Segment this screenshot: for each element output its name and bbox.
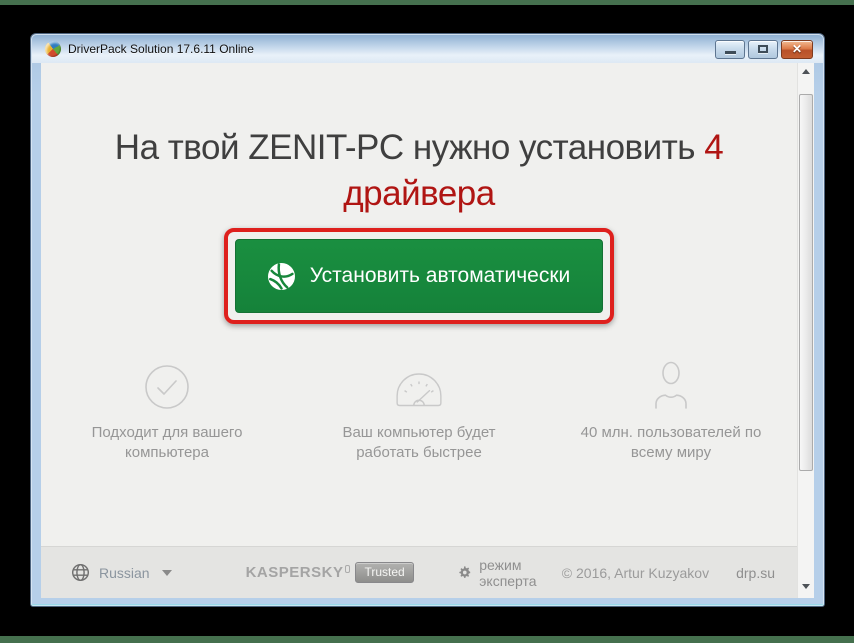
desktop-strip-bottom [0, 636, 854, 643]
scrollbar-thumb[interactable] [799, 94, 813, 471]
kaspersky-trusted-mark: KASPERSKY Trusted [246, 562, 414, 583]
gear-icon [459, 566, 470, 578]
kaspersky-logo: KASPERSKY [245, 564, 344, 581]
footer-bar: Russian KASPERSKY Trusted режим эксперта… [41, 546, 797, 598]
window-controls: ✕ [715, 39, 813, 59]
maximize-button[interactable] [748, 39, 778, 59]
copyright-text: © 2016, Artur Kuzyakov [561, 564, 710, 581]
language-selector[interactable]: Russian [71, 563, 172, 582]
vertical-scrollbar[interactable] [797, 63, 814, 598]
globe-icon [71, 563, 90, 582]
close-button[interactable]: ✕ [781, 39, 813, 59]
desktop-strip-top [0, 0, 854, 5]
window-title: DriverPack Solution 17.6.11 Online [68, 42, 254, 56]
red-highlight-annotation: Установить автоматически [224, 228, 614, 324]
user-icon [651, 358, 691, 410]
close-icon: ✕ [791, 42, 803, 56]
window-content: На твой ZENIT-PC нужно установить 4 драй… [41, 63, 814, 598]
arrow-up-icon [802, 69, 810, 74]
arrow-down-icon [802, 584, 810, 589]
maximize-icon [758, 45, 768, 53]
speedometer-icon [391, 358, 447, 410]
feature-label: Ваш компьютер будет работать быстрее [342, 424, 496, 461]
feature-label: 40 млн. пользователей по всему миру [580, 424, 762, 461]
site-link[interactable]: drp.su [736, 565, 775, 581]
minimize-icon [724, 51, 736, 54]
main-area: На твой ZENIT-PC нужно установить 4 драй… [41, 63, 797, 598]
features-row: Подходит для вашего компьютера Ваш компь… [41, 358, 797, 463]
feature-label: Подходит для вашего компьютера [91, 424, 243, 461]
driverpack-globe-icon [267, 262, 295, 290]
driver-count: 4 [704, 128, 724, 167]
kaspersky-lab-mark [345, 564, 351, 573]
expert-mode-toggle[interactable]: режим эксперта [458, 557, 562, 589]
page-title: На твой ZENIT-PC нужно установить 4 драй… [41, 125, 797, 217]
expert-mode-label: режим эксперта [479, 556, 537, 589]
feature-compatible: Подходит для вашего компьютера [41, 358, 293, 463]
language-label: Russian [99, 564, 150, 581]
app-window: DriverPack Solution 17.6.11 Online ✕ На … [30, 33, 825, 607]
check-circle-icon [144, 358, 190, 410]
minimize-button[interactable] [715, 39, 745, 59]
chevron-down-icon [161, 569, 172, 576]
driverpack-app-icon [45, 41, 61, 57]
scroll-up-button[interactable] [798, 63, 814, 80]
install-automatically-button[interactable]: Установить автоматически [235, 239, 603, 313]
trusted-badge: Trusted [355, 562, 414, 583]
title-bar[interactable]: DriverPack Solution 17.6.11 Online ✕ [32, 35, 823, 63]
install-button-label: Установить автоматически [309, 264, 571, 287]
feature-users: 40 млн. пользователей по всему миру [545, 358, 797, 463]
heading-prefix: На твой ZENIT-PC нужно установить [114, 128, 696, 167]
feature-faster: Ваш компьютер будет работать быстрее [293, 358, 545, 463]
scroll-down-button[interactable] [798, 578, 814, 595]
heading-suffix: драйвера [343, 174, 495, 213]
